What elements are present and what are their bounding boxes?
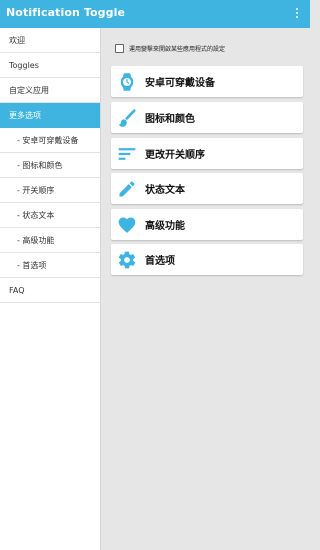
sidebar-item-welcome[interactable]: 欢迎 <box>0 28 100 53</box>
sidebar-item-faq[interactable]: FAQ <box>0 278 100 303</box>
more-vert-icon[interactable] <box>292 6 302 22</box>
card-preferences[interactable]: 首选项 <box>111 244 303 275</box>
sidebar: 欢迎 Toggles 自定义应用 更多选项 - 安卓可穿戴设备 - 图标和颜色 … <box>0 28 101 550</box>
card-label: 安卓可穿戴设备 <box>145 78 215 89</box>
card-toggle-order[interactable]: 更改开关顺序 <box>111 138 303 169</box>
sidebar-item-label: - 安卓可穿戴设备 <box>17 135 79 145</box>
heart-icon <box>116 214 138 236</box>
sidebar-item-custom-apps[interactable]: 自定义应用 <box>0 78 100 103</box>
app-bar: Notification Toggle <box>0 0 310 28</box>
settings-checkbox-row[interactable]: 運用變擊來開啟某些應用程式的設定 <box>115 44 225 53</box>
sidebar-item-preferences[interactable]: - 首选项 <box>0 253 100 278</box>
sidebar-item-label: Toggles <box>9 60 39 70</box>
sidebar-item-label: - 开关顺序 <box>17 185 55 195</box>
card-icons-colors[interactable]: 图标和颜色 <box>111 102 303 133</box>
checkbox-label: 運用變擊來開啟某些應用程式的設定 <box>129 46 226 53</box>
sidebar-item-label: 欢迎 <box>9 35 25 45</box>
card-label: 图标和颜色 <box>145 114 195 125</box>
sidebar-item-toggles[interactable]: Toggles <box>0 53 100 78</box>
sidebar-item-label: - 图标和颜色 <box>17 160 63 170</box>
watch-icon <box>116 71 138 93</box>
card-label: 高级功能 <box>145 221 185 232</box>
sidebar-item-label: - 首选项 <box>17 260 47 270</box>
card-label: 状态文本 <box>145 185 185 196</box>
gear-icon <box>116 249 138 271</box>
sidebar-item-label: - 高级功能 <box>17 235 55 245</box>
card-label: 更改开关顺序 <box>145 150 205 161</box>
sidebar-item-android-wear[interactable]: - 安卓可穿戴设备 <box>0 128 100 153</box>
sidebar-item-label: 自定义应用 <box>9 85 49 95</box>
sidebar-item-status-text[interactable]: - 状态文本 <box>0 203 100 228</box>
settings-checkbox[interactable] <box>115 44 124 53</box>
app-title: Notification Toggle <box>6 6 126 19</box>
card-advanced[interactable]: 高级功能 <box>111 209 303 240</box>
sidebar-item-advanced[interactable]: - 高级功能 <box>0 228 100 253</box>
main-panel: 運用變擊來開啟某些應用程式的設定 安卓可穿戴设备 图标和颜色 更改开关顺序 状态… <box>101 28 310 550</box>
sidebar-item-more-options[interactable]: 更多选项 <box>0 103 100 128</box>
sort-icon <box>116 143 138 165</box>
sidebar-item-icons-colors[interactable]: - 图标和颜色 <box>0 153 100 178</box>
card-status-text[interactable]: 状态文本 <box>111 173 303 204</box>
sidebar-item-label: - 状态文本 <box>17 210 55 220</box>
sidebar-item-label: 更多选项 <box>9 110 41 120</box>
pencil-icon <box>116 178 138 200</box>
sidebar-item-label: FAQ <box>9 285 25 295</box>
card-label: 首选项 <box>145 256 175 267</box>
brush-icon <box>116 107 138 129</box>
card-android-wear[interactable]: 安卓可穿戴设备 <box>111 66 303 97</box>
sidebar-item-toggle-order[interactable]: - 开关顺序 <box>0 178 100 203</box>
